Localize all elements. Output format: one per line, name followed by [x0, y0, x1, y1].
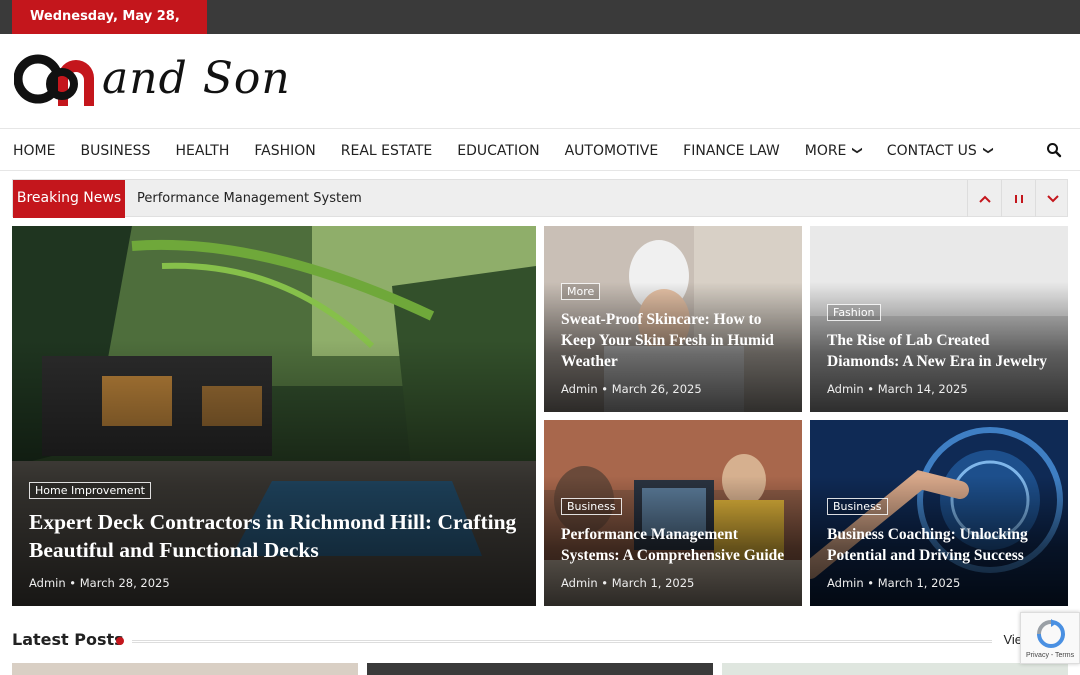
- recaptcha-links[interactable]: Privacy - Terms: [1026, 652, 1074, 659]
- chevron-down-icon: [1046, 194, 1059, 202]
- post-title[interactable]: Performance Management Systems: A Compre…: [561, 524, 788, 566]
- nav-item-home[interactable]: HOME: [13, 143, 55, 159]
- nav-label: FASHION: [254, 142, 316, 159]
- ticker-next-button[interactable]: [1035, 180, 1069, 217]
- nav-label: EDUCATION: [457, 142, 540, 159]
- chevron-up-icon: [978, 195, 991, 203]
- post-info: Fashion The Rise of Lab Created Diamonds…: [827, 303, 1054, 396]
- category-badge[interactable]: Business: [827, 498, 888, 515]
- post-meta: Admin • March 1, 2025: [827, 576, 961, 590]
- post-title[interactable]: Expert Deck Contractors in Richmond Hill…: [29, 508, 522, 564]
- post-title[interactable]: Business Coaching: Unlocking Potential a…: [827, 524, 1054, 566]
- nav-item-contact-us[interactable]: CONTACT US ❯: [886, 142, 994, 159]
- breaking-news-headline[interactable]: Performance Management System: [137, 180, 362, 217]
- nav-label: CONTACT US: [886, 142, 977, 159]
- featured-post-main[interactable]: Home Improvement Expert Deck Contractors…: [12, 226, 536, 606]
- post-title[interactable]: The Rise of Lab Created Diamonds: A New …: [827, 330, 1054, 372]
- category-badge[interactable]: Business: [561, 498, 622, 515]
- site-header: and Son: [0, 34, 1080, 128]
- latest-post-thumbnail[interactable]: [367, 663, 713, 675]
- featured-post-card[interactable]: Business Performance Management Systems:…: [544, 420, 802, 606]
- latest-posts-header: Latest Posts Vie: [12, 630, 1068, 652]
- logo-text: and Son: [102, 53, 291, 104]
- post-title[interactable]: Sweat-Proof Skincare: How to Keep Your S…: [561, 309, 788, 372]
- chevron-down-icon: ❯: [982, 146, 994, 155]
- nav-item-fashion[interactable]: FASHION: [254, 143, 315, 159]
- post-info: Home Improvement Expert Deck Contractors…: [29, 481, 522, 590]
- featured-post-card[interactable]: Business Business Coaching: Unlocking Po…: [810, 420, 1068, 606]
- top-bar: Wednesday, May 28, 2025: [0, 0, 1080, 58]
- breaking-news-bar: Breaking News Performance Management Sys…: [12, 179, 1069, 218]
- pause-icon: [1014, 194, 1023, 203]
- current-date: Wednesday, May 28, 2025: [12, 0, 207, 58]
- nav-label: HOME: [13, 142, 56, 159]
- section-divider: [132, 640, 992, 643]
- breaking-news-label: Breaking News: [13, 180, 125, 218]
- post-info: Business Business Coaching: Unlocking Po…: [827, 497, 1054, 590]
- post-info: More Sweat-Proof Skincare: How to Keep Y…: [561, 282, 788, 396]
- post-meta: Admin • March 26, 2025: [561, 382, 702, 396]
- category-badge[interactable]: Fashion: [827, 304, 881, 321]
- post-meta: Admin • March 28, 2025: [29, 576, 170, 590]
- chevron-down-icon: ❯: [852, 146, 864, 155]
- nav-item-real-estate[interactable]: REAL ESTATE: [341, 143, 433, 159]
- post-meta: Admin • March 1, 2025: [561, 576, 695, 590]
- section-dot: [116, 637, 124, 645]
- featured-post-card[interactable]: More Sweat-Proof Skincare: How to Keep Y…: [544, 226, 802, 412]
- logo-mark-icon: [14, 54, 94, 106]
- nav-item-finance-law[interactable]: FINANCE LAW: [683, 143, 780, 159]
- nav-label: BUSINESS: [80, 142, 151, 159]
- nav-label: FINANCE LAW: [683, 142, 780, 159]
- ticker-prev-button[interactable]: [967, 180, 1001, 217]
- main-navigation: HOME BUSINESS HEALTH FASHION REAL ESTATE…: [0, 128, 1080, 171]
- featured-post-card[interactable]: Fashion The Rise of Lab Created Diamonds…: [810, 226, 1068, 412]
- category-badge[interactable]: Home Improvement: [29, 482, 151, 499]
- latest-post-thumbnail[interactable]: [722, 663, 1068, 675]
- ticker-pause-button[interactable]: [1001, 180, 1035, 217]
- post-meta: Admin • March 14, 2025: [827, 382, 968, 396]
- latest-post-thumbnail[interactable]: [12, 663, 358, 675]
- nav-label: AUTOMOTIVE: [564, 142, 659, 159]
- nav-label: HEALTH: [175, 142, 230, 159]
- recaptcha-badge[interactable]: Privacy - Terms: [1020, 612, 1080, 664]
- section-title: Latest Posts: [12, 630, 124, 649]
- nav-item-business[interactable]: BUSINESS: [80, 143, 150, 159]
- nav-item-more[interactable]: MORE ❯: [804, 142, 864, 159]
- nav-item-education[interactable]: EDUCATION: [457, 143, 539, 159]
- post-info: Business Performance Management Systems:…: [561, 497, 788, 590]
- site-logo[interactable]: and Son: [14, 50, 314, 110]
- nav-item-automotive[interactable]: AUTOMOTIVE: [565, 143, 659, 159]
- recaptcha-icon: [1037, 619, 1065, 648]
- search-icon[interactable]: [1046, 142, 1062, 158]
- nav-label: REAL ESTATE: [340, 142, 433, 159]
- nav-list: HOME BUSINESS HEALTH FASHION REAL ESTATE…: [13, 129, 1017, 172]
- nav-item-health[interactable]: HEALTH: [175, 143, 229, 159]
- nav-label: MORE: [804, 142, 847, 159]
- category-badge[interactable]: More: [561, 283, 601, 300]
